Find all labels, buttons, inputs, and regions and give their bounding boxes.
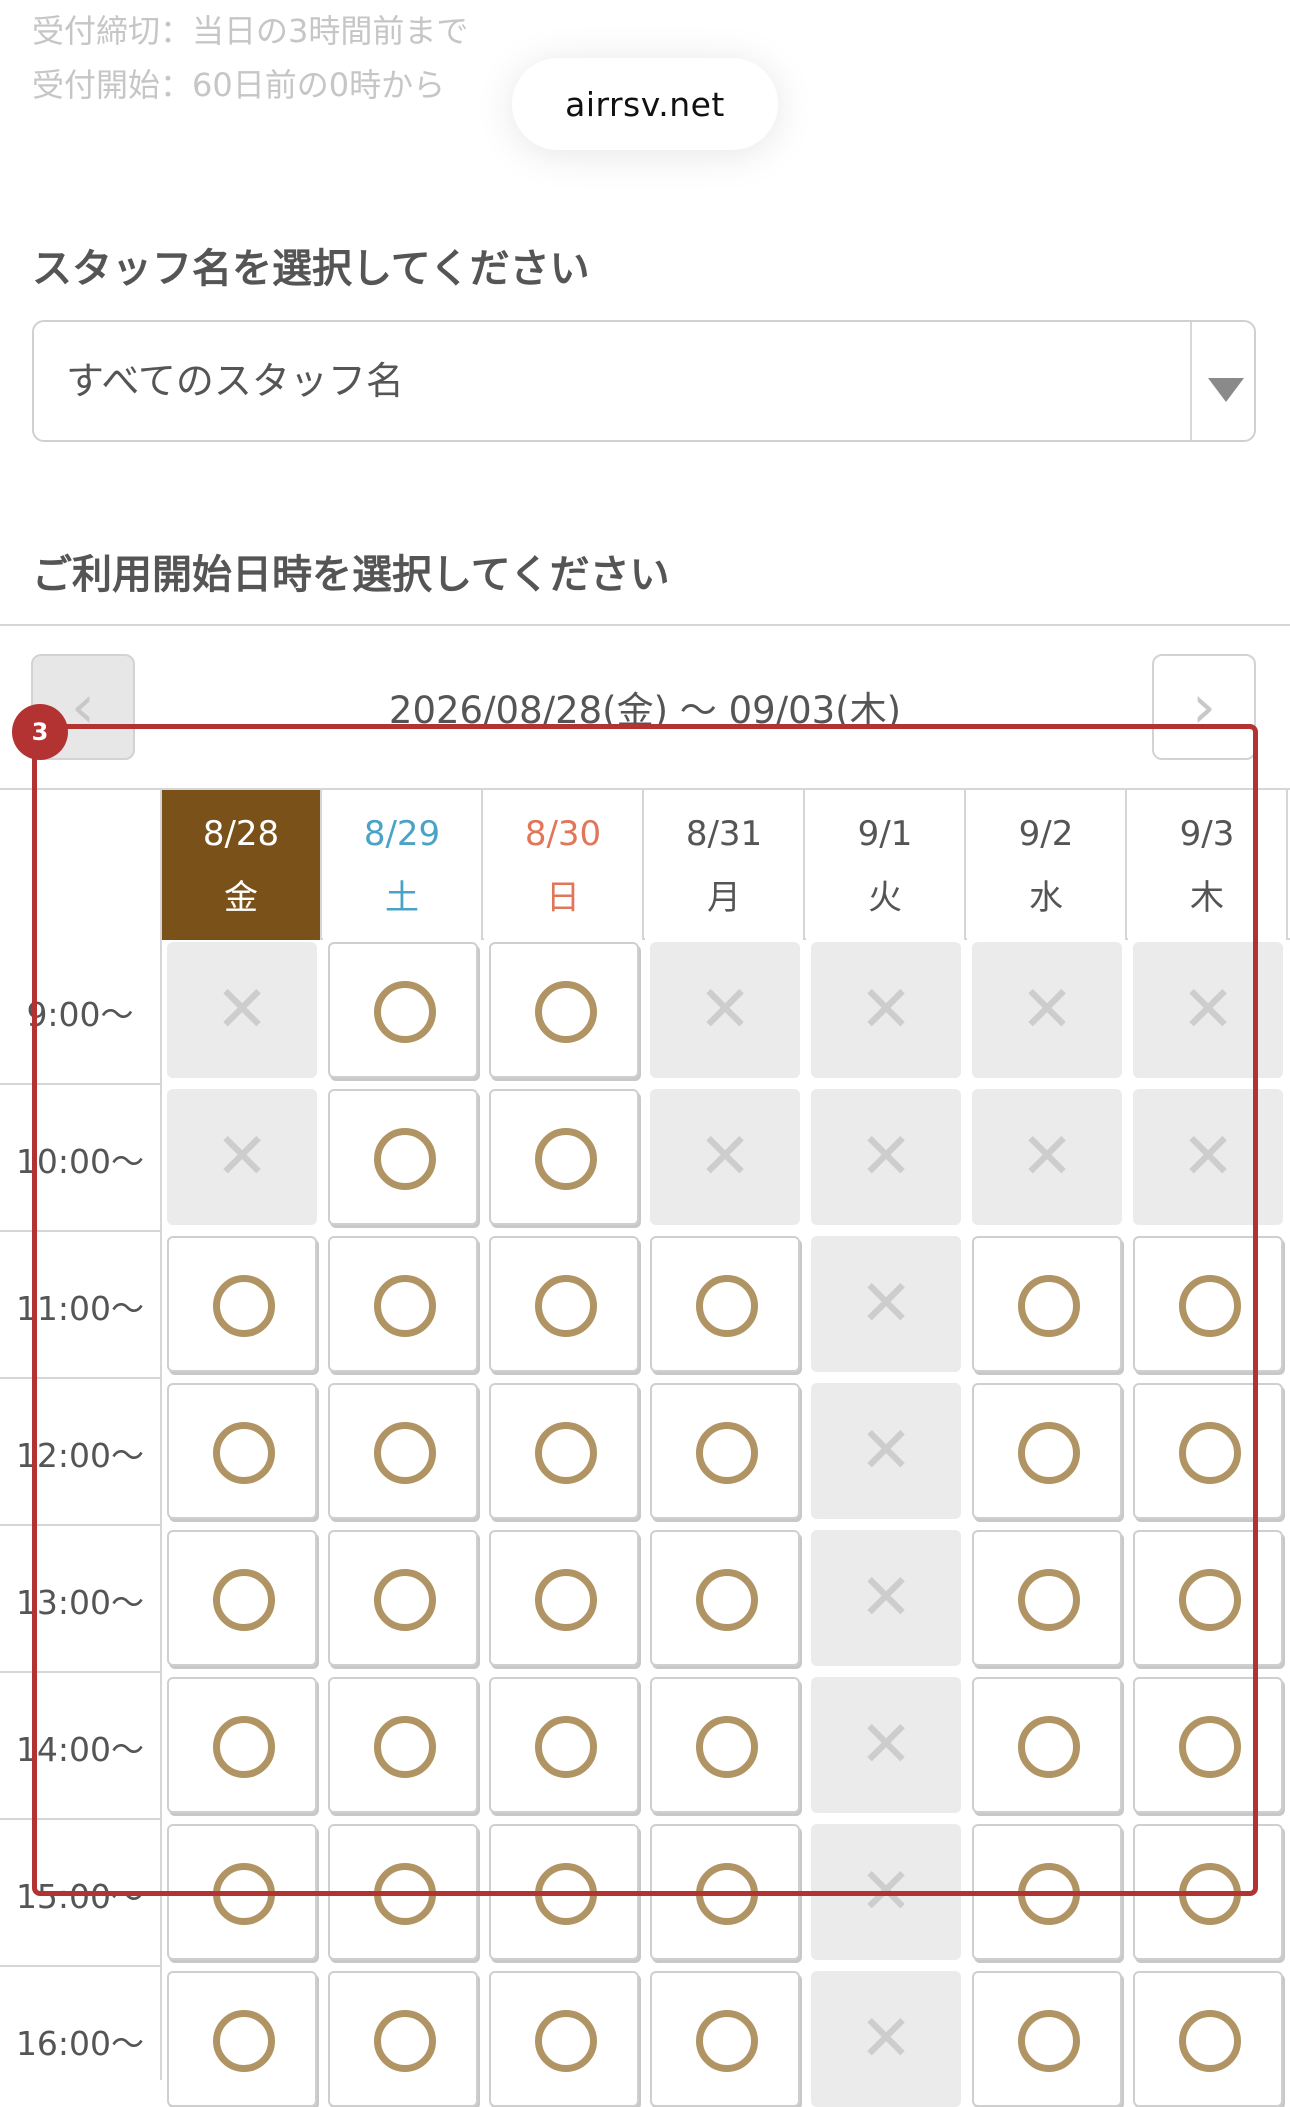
- available-circle-icon: [213, 2010, 275, 2072]
- available-circle-icon: [1179, 2010, 1241, 2072]
- available-circle-icon: [696, 2010, 758, 2072]
- staff-select[interactable]: すべてのスタッフ名: [32, 320, 1256, 442]
- url-pill[interactable]: airrsv.net: [512, 58, 778, 150]
- available-slot[interactable]: [972, 1971, 1122, 2107]
- staff-section-title: スタッフ名を選択してください: [32, 246, 590, 292]
- deadline-info: 受付締切：当日の3時間前まで: [32, 12, 469, 50]
- unavailable-slot: ✕: [811, 1971, 961, 2107]
- available-circle-icon: [1018, 2010, 1080, 2072]
- section-divider: [0, 624, 1290, 626]
- triangle-down-icon: [1208, 378, 1244, 402]
- available-slot[interactable]: [650, 1971, 800, 2107]
- opening-info: 受付開始：60日前の0時から: [32, 66, 446, 104]
- staff-select-value: すべてのスタッフ名: [66, 359, 404, 403]
- date-section-title: ご利用開始日時を選択してください: [32, 552, 670, 598]
- highlight-badge: 3: [12, 704, 68, 760]
- available-circle-icon: [374, 2010, 436, 2072]
- available-slot[interactable]: [1133, 1971, 1283, 2107]
- row-divider: [0, 1965, 160, 1967]
- highlight-box: [32, 724, 1258, 1896]
- available-circle-icon: [535, 2010, 597, 2072]
- select-arrow-box: [1190, 322, 1254, 440]
- unavailable-cross-icon: ✕: [859, 2002, 913, 2076]
- available-slot[interactable]: [489, 1971, 639, 2107]
- available-slot[interactable]: [167, 1971, 317, 2107]
- time-label: 16:00〜: [15, 2024, 145, 2063]
- available-slot[interactable]: [328, 1971, 478, 2107]
